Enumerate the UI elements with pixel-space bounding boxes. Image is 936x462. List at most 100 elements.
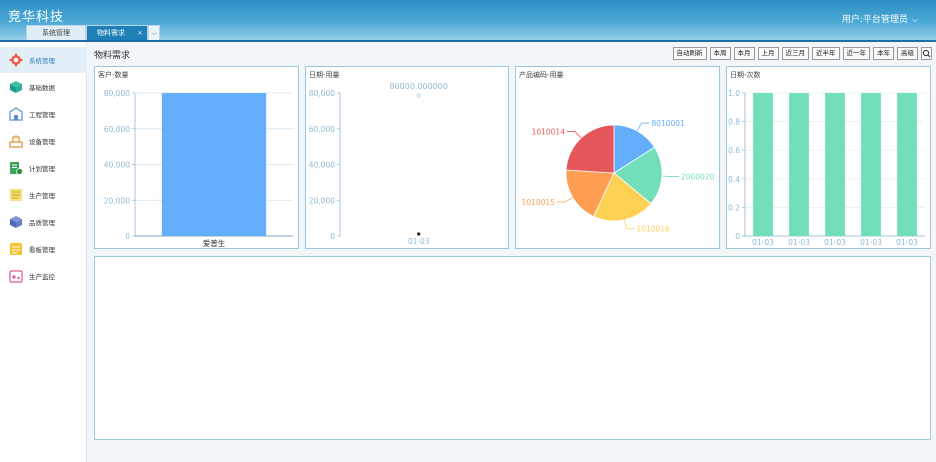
pie-label: 1010014 <box>532 127 566 136</box>
this-year-button[interactable]: 本年 <box>873 47 894 60</box>
machine-icon <box>9 134 23 148</box>
y-tick-label: 0.8 <box>728 118 740 127</box>
chart-panel-customer-quantity: 客户-数量 0 20,000 40,000 60,000 80,000 爱普生 <box>94 66 299 249</box>
date-count-chart: 0 0.2 0.4 0.6 0.8 1.0 01-03 01-03 01-03 01-03 01-0… <box>728 89 925 247</box>
pie-label-line <box>566 131 582 139</box>
x-tick-label: 01-03 <box>788 238 810 247</box>
last-half-year-button[interactable]: 近半年 <box>812 47 840 60</box>
x-tick-label: 01-03 <box>824 238 846 247</box>
chart-panel-date-usage: 日期-用量 0 20,000 40,000 60,000 80,000 01-03 8000… <box>305 66 509 249</box>
pie-label: 1010016 <box>636 225 670 234</box>
x-tick-label: 01-03 <box>860 238 882 247</box>
sidebar-item-quality[interactable]: 品质管理 <box>0 209 87 235</box>
pie-label: 2000020 <box>681 173 715 182</box>
y-tick-label: 60,000 <box>104 125 130 134</box>
y-tick-label: 20,000 <box>309 196 335 205</box>
y-tick-label: 40,000 <box>104 161 130 170</box>
bar <box>897 93 917 236</box>
x-tick-label: 爱普生 <box>203 238 226 248</box>
sidebar: « 系统管理 基础数据 工程管理 设备管理 计划管理 生产管理 <box>0 42 87 462</box>
app-header: 竞华科技 用户:平台管理员 ⌵ 系统管理 物料需求 × ⌵ <box>0 0 936 42</box>
y-tick-label: 0.6 <box>728 146 740 155</box>
sidebar-item-label: 工程管理 <box>29 111 55 119</box>
quality-box-icon <box>9 215 23 229</box>
auto-refresh-button[interactable]: 自动刷新 <box>672 47 707 60</box>
tab-list-dropdown[interactable]: ⌵ <box>148 25 160 40</box>
tab-system-management[interactable]: 系统管理 <box>26 25 86 40</box>
plan-icon <box>9 161 23 175</box>
pie-label: 1010015 <box>522 198 556 207</box>
pie-label-line <box>556 197 573 203</box>
x-tick-label: 01-03 <box>896 238 918 247</box>
sidebar-item-label: 系统管理 <box>29 57 55 65</box>
chart-panel-date-count: 日期-次数 0 0.2 0.4 0.6 0.8 1.0 01-03 01-03 01-03 01-… <box>726 66 931 249</box>
search-button[interactable] <box>921 47 932 60</box>
pie-slice <box>565 124 615 174</box>
x-tick-label: 01-03 <box>408 237 430 246</box>
tab-material-demand[interactable]: 物料需求 × <box>86 25 148 40</box>
chart-panel-product-usage: 产品编码-用量 8010001 2000020 1010016 1010015 1010… <box>515 66 720 249</box>
product-usage-pie-chart: 8010001 2000020 1010016 1010015 1010014 <box>522 119 715 234</box>
x-tick-label: 01-03 <box>752 238 774 247</box>
detail-panel <box>94 256 931 440</box>
y-tick-label: 0.2 <box>728 203 740 212</box>
sidebar-item-label: 基础数据 <box>29 84 55 92</box>
sidebar-item-label: 设备管理 <box>29 138 55 146</box>
this-week-button[interactable]: 本周 <box>709 47 731 60</box>
this-month-button[interactable]: 本月 <box>733 47 755 60</box>
y-tick-label: 40,000 <box>309 161 335 170</box>
sidebar-item-production[interactable]: 生产管理 <box>0 182 87 208</box>
sidebar-item-label: 计划管理 <box>29 165 55 173</box>
user-label: 用户:平台管理员 <box>841 15 908 25</box>
last-three-months-button[interactable]: 近三月 <box>781 47 809 60</box>
y-tick-label: 0 <box>330 232 335 241</box>
bar <box>789 93 809 236</box>
y-tick-label: 0.4 <box>728 175 740 184</box>
pie-label: 8010001 <box>651 119 685 128</box>
sidebar-item-system[interactable]: 系统管理 <box>0 47 87 73</box>
production-icon <box>9 188 23 202</box>
gear-icon <box>9 53 23 67</box>
brand-logo: 竞华科技 <box>8 10 65 25</box>
last-year-button[interactable]: 近一年 <box>842 47 870 60</box>
sidebar-item-engineering[interactable]: 工程管理 <box>0 101 87 127</box>
y-tick-label: 80,000 <box>104 89 130 98</box>
data-point <box>417 232 421 236</box>
page-title: 物料需求 <box>94 51 131 61</box>
y-tick-label: 80,000 <box>309 89 335 98</box>
sidebar-item-label: 品质管理 <box>29 219 55 227</box>
date-usage-chart: 0 20,000 40,000 60,000 80,000 01-03 80000.0000… <box>309 82 448 246</box>
bar <box>161 93 267 236</box>
data-label-zero: 0 <box>417 93 421 100</box>
tab-label: 物料需求 <box>97 29 125 37</box>
sidebar-item-planning[interactable]: 计划管理 <box>0 155 87 181</box>
y-tick-label: 1.0 <box>728 89 740 98</box>
board-icon <box>9 242 23 256</box>
advanced-button[interactable]: 高级 <box>897 47 918 60</box>
sidebar-item-basic-data[interactable]: 基础数据 <box>0 74 87 100</box>
date-range-toolbar: 自动刷新 本周 本月 上月 近三月 近半年 近一年 本年 高级 <box>672 47 932 60</box>
sidebar-item-label: 生产监控 <box>29 273 55 281</box>
bar <box>825 93 845 236</box>
factory-icon <box>9 107 23 121</box>
main-content: 物料需求 自动刷新 本周 本月 上月 近三月 近半年 近一年 本年 高级 客户-… <box>88 42 936 462</box>
chevron-down-icon: ⌵ <box>911 15 918 24</box>
customer-quantity-chart: 0 20,000 40,000 60,000 80,000 爱普生 <box>104 89 293 248</box>
tab-bar: 系统管理 物料需求 × ⌵ <box>26 25 160 40</box>
sidebar-item-board[interactable]: 看板管理 <box>0 236 87 262</box>
pie-label-line <box>661 175 679 177</box>
bar <box>753 93 773 236</box>
y-tick-label: 0 <box>125 232 130 241</box>
bar <box>861 93 881 236</box>
data-label: 80000.000000 <box>389 82 448 91</box>
close-icon[interactable]: × <box>137 26 143 41</box>
y-tick-label: 0 <box>735 232 740 241</box>
sidebar-item-equipment[interactable]: 设备管理 <box>0 128 87 154</box>
sidebar-item-label: 看板管理 <box>29 246 55 254</box>
sidebar-item-monitor[interactable]: 生产监控 <box>0 263 87 289</box>
user-menu[interactable]: 用户:平台管理员 ⌵ <box>842 12 918 25</box>
y-tick-label: 20,000 <box>104 196 130 205</box>
last-month-button[interactable]: 上月 <box>757 47 779 60</box>
search-icon <box>922 49 931 58</box>
cube-icon <box>9 80 23 94</box>
